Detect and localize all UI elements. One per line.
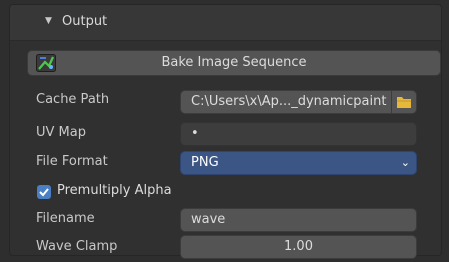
filename-input[interactable]: wave bbox=[180, 208, 417, 232]
bake-image-sequence-button[interactable]: Bake Image Sequence bbox=[27, 50, 441, 76]
chevron-down-icon: ⌄ bbox=[400, 156, 410, 169]
bake-button-label: Bake Image Sequence bbox=[161, 55, 307, 70]
premultiply-alpha-label[interactable]: Premultiply Alpha bbox=[57, 183, 172, 198]
output-panel-header[interactable]: ▼ Output bbox=[10, 5, 441, 41]
wave-clamp-label: Wave Clamp bbox=[36, 239, 118, 254]
checkmark-icon bbox=[39, 188, 49, 197]
cache-path-label: Cache Path bbox=[36, 92, 110, 107]
output-panel: ▼ Output Bake Image Sequence Cache Path … bbox=[9, 4, 442, 259]
file-format-value: PNG bbox=[191, 155, 219, 170]
uv-map-label: UV Map bbox=[36, 125, 86, 140]
filename-label: Filename bbox=[36, 211, 95, 226]
cache-path-input[interactable]: C:\Users\x\Ap..._dynamicpaint bbox=[180, 90, 392, 114]
panel-title: Output bbox=[62, 14, 108, 29]
premultiply-alpha-checkbox[interactable] bbox=[37, 185, 51, 199]
collapse-triangle-icon[interactable]: ▼ bbox=[45, 16, 52, 26]
file-format-label: File Format bbox=[36, 154, 108, 169]
file-format-dropdown[interactable]: PNG ⌄ bbox=[180, 151, 417, 175]
browse-folder-button[interactable] bbox=[391, 90, 417, 114]
wave-clamp-slider[interactable]: 1.00 bbox=[180, 235, 417, 259]
folder-icon bbox=[396, 94, 412, 113]
uv-map-field[interactable]: • bbox=[180, 122, 417, 146]
properties-editor: ▼ Output Bake Image Sequence Cache Path … bbox=[0, 0, 449, 262]
